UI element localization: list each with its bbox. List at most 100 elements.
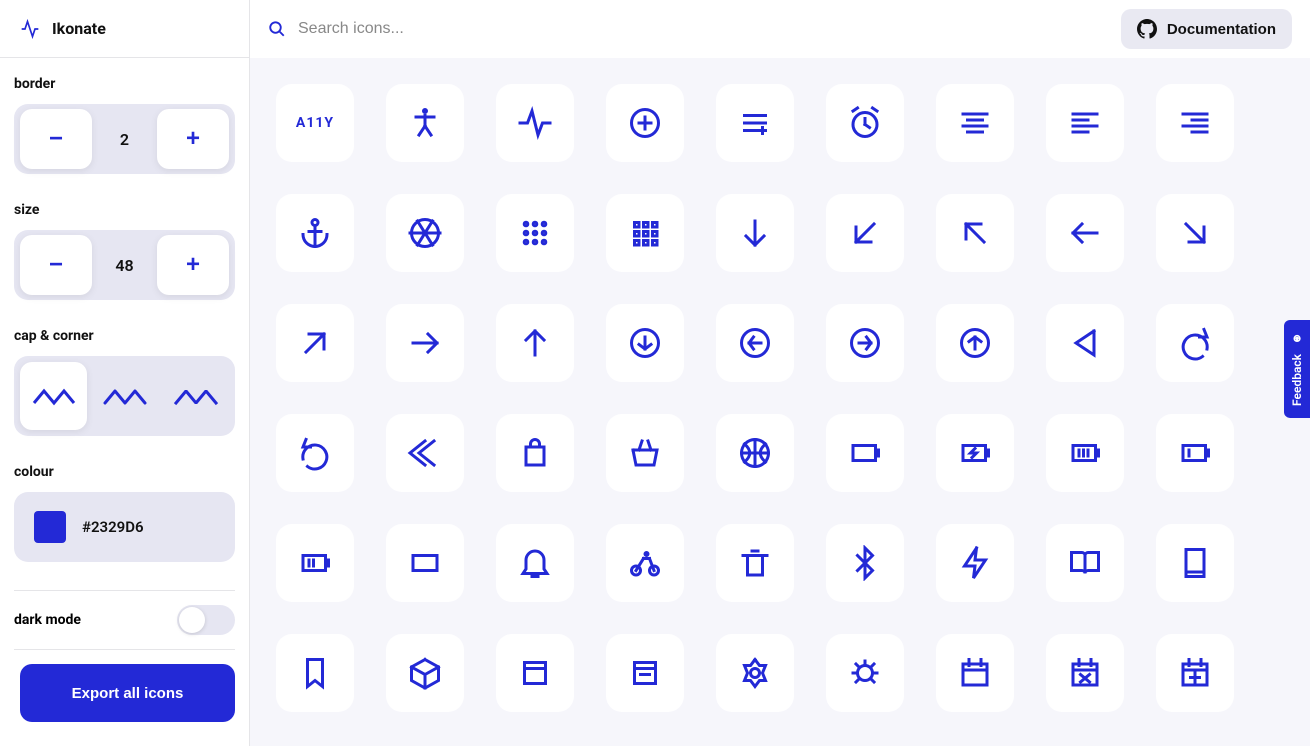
icon-arrow-up[interactable]	[496, 304, 574, 382]
icon-calendar-add[interactable]	[1156, 634, 1234, 712]
arrow-up-left-icon	[957, 215, 993, 251]
size-control: size − 48 +	[14, 202, 235, 300]
size-increase-button[interactable]: +	[157, 235, 229, 295]
icon-basket[interactable]	[606, 414, 684, 492]
github-icon	[1137, 19, 1157, 39]
brightness-icon	[737, 655, 773, 691]
search-input[interactable]	[298, 20, 598, 38]
icon-battery-medium[interactable]	[276, 524, 354, 602]
align-center-icon	[957, 105, 993, 141]
icon-bug[interactable]	[826, 634, 904, 712]
size-decrease-button[interactable]: −	[20, 235, 92, 295]
icon-bag[interactable]	[496, 414, 574, 492]
icon-box[interactable]	[386, 634, 464, 712]
export-all-button[interactable]: Export all icons	[20, 664, 235, 722]
arrow-down-circle-icon	[627, 325, 663, 361]
icon-arrow-left[interactable]	[1046, 194, 1124, 272]
icon-accessibility-human[interactable]	[386, 84, 464, 162]
back-icon	[1067, 325, 1103, 361]
icon-anchor[interactable]	[276, 194, 354, 272]
icon-arrow-right-circle[interactable]	[826, 304, 904, 382]
icon-add-circle[interactable]	[606, 84, 684, 162]
cap-miter-button[interactable]	[20, 362, 87, 430]
border-control: border − 2 +	[14, 76, 235, 174]
icon-arrow-down[interactable]	[716, 194, 794, 272]
icon-aperture[interactable]	[386, 194, 464, 272]
icon-back[interactable]	[1046, 304, 1124, 382]
border-label: border	[14, 76, 235, 92]
icon-bluetooth[interactable]	[826, 524, 904, 602]
logo: Ikonate	[0, 0, 249, 58]
icon-bike[interactable]	[606, 524, 684, 602]
icon-battery[interactable]	[826, 414, 904, 492]
arrow-down-right-icon	[1177, 215, 1213, 251]
icon-book[interactable]	[1156, 524, 1234, 602]
icon-bolt[interactable]	[936, 524, 1014, 602]
size-value: 48	[92, 256, 157, 275]
anchor-icon	[297, 215, 333, 251]
calendar-icon	[957, 655, 993, 691]
cap-round-button[interactable]	[91, 362, 158, 430]
icon-align-center[interactable]	[936, 84, 1014, 162]
icon-book-open[interactable]	[1046, 524, 1124, 602]
cap-control: cap & corner	[14, 328, 235, 436]
redo-icon	[297, 435, 333, 471]
size-label: size	[14, 202, 235, 218]
icon-previous[interactable]	[386, 414, 464, 492]
icon-box-alt[interactable]	[496, 634, 574, 712]
icon-basketball[interactable]	[716, 414, 794, 492]
icon-arrow-up-left[interactable]	[936, 194, 1014, 272]
icon-bookmark[interactable]	[276, 634, 354, 712]
colour-picker[interactable]: #2329D6	[14, 492, 235, 562]
icon-add-to-list[interactable]	[716, 84, 794, 162]
icon-arrow-left-circle[interactable]	[716, 304, 794, 382]
icon-arrow-right[interactable]	[386, 304, 464, 382]
icon-calendar[interactable]	[936, 634, 1014, 712]
accessibility-human-icon	[407, 105, 443, 141]
icon-redo[interactable]	[276, 414, 354, 492]
icon-bell[interactable]	[496, 524, 574, 602]
icon-battery-low[interactable]	[1156, 414, 1234, 492]
documentation-button[interactable]: Documentation	[1121, 9, 1292, 49]
book-icon	[1177, 545, 1213, 581]
icon-align-left[interactable]	[1046, 84, 1124, 162]
arrow-right-icon	[407, 325, 443, 361]
icon-arrow-up-right[interactable]	[276, 304, 354, 382]
dark-mode-toggle[interactable]	[177, 605, 235, 635]
icon-a11y[interactable]: A11Y	[276, 84, 354, 162]
icon-align-right[interactable]	[1156, 84, 1234, 162]
add-circle-icon	[627, 105, 663, 141]
border-stepper: − 2 +	[14, 104, 235, 174]
bike-icon	[627, 545, 663, 581]
icon-calendar-x[interactable]	[1046, 634, 1124, 712]
border-value: 2	[92, 130, 157, 149]
icon-bin[interactable]	[716, 524, 794, 602]
icon-alarm[interactable]	[826, 84, 904, 162]
colour-label: colour	[14, 464, 235, 480]
icon-activity[interactable]	[496, 84, 574, 162]
border-decrease-button[interactable]: −	[20, 109, 92, 169]
icon-arrow-down-circle[interactable]	[606, 304, 684, 382]
icon-arrow-up-circle[interactable]	[936, 304, 1014, 382]
bluetooth-icon	[847, 545, 883, 581]
basketball-icon	[737, 435, 773, 471]
cap-label: cap & corner	[14, 328, 235, 344]
documentation-label: Documentation	[1167, 21, 1276, 38]
icon-arrow-down-left[interactable]	[826, 194, 904, 272]
icon-brightness[interactable]	[716, 634, 794, 712]
icon-battery-charging[interactable]	[936, 414, 1014, 492]
icon-arrow-down-right[interactable]	[1156, 194, 1234, 272]
dark-mode-row: dark mode	[14, 590, 235, 650]
feedback-label: Feedback	[1290, 354, 1304, 406]
cap-bevel-button[interactable]	[162, 362, 229, 430]
icon-box-alt2[interactable]	[606, 634, 684, 712]
feedback-tab[interactable]: Feedback ☻	[1284, 320, 1310, 418]
icon-apps[interactable]	[496, 194, 574, 272]
bookmark-icon	[297, 655, 333, 691]
icon-battery-alt[interactable]	[386, 524, 464, 602]
icon-apps-alt[interactable]	[606, 194, 684, 272]
battery-full-icon	[1067, 435, 1103, 471]
border-increase-button[interactable]: +	[157, 109, 229, 169]
icon-battery-full[interactable]	[1046, 414, 1124, 492]
icon-undo[interactable]	[1156, 304, 1234, 382]
